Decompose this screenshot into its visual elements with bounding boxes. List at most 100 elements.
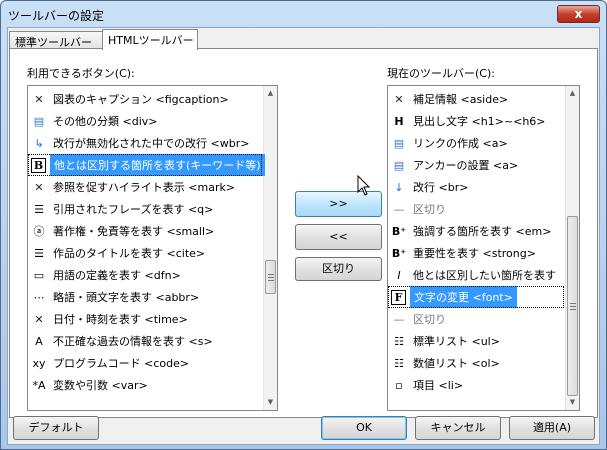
x-icon: ✕ xyxy=(34,312,44,326)
apply-button[interactable]: 適用(A) xyxy=(509,416,595,440)
tab-html-toolbar[interactable]: HTMLツールバー xyxy=(102,29,198,50)
bold-b-plus-icon: B⁺ xyxy=(391,224,407,238)
list-item[interactable]: ▤ その他の分類 <div> xyxy=(28,110,262,132)
list-item[interactable]: B⁺ 重要性を表す <strong> xyxy=(388,242,564,264)
list-item[interactable]: ⓐ 著作権・免責等を表す <small> xyxy=(28,220,262,242)
scroll-thumb[interactable] xyxy=(265,260,276,294)
title-bar[interactable]: ツールバーの設定 x xyxy=(1,1,606,27)
xy-icon: xy xyxy=(32,356,46,370)
list-item-label: 略語・頭文字を表す <abbr> xyxy=(53,291,200,304)
italic-i-icon: I xyxy=(397,268,401,282)
list-item-label: 見出し文字 <h1>~<h6> xyxy=(413,115,546,128)
x-icon: ✕ xyxy=(34,92,44,106)
current-list-scrollbar[interactable]: ▲ ▼ xyxy=(565,86,579,410)
list-item[interactable]: xy プログラムコード <code> xyxy=(28,352,262,374)
list-item[interactable]: F 文字の変更 <font> xyxy=(388,286,564,308)
remove-button[interactable]: << xyxy=(295,224,382,250)
list-item-label: 参照を促すハイライト表示 <mark> xyxy=(53,181,236,194)
list-item[interactable]: H 見出し文字 <h1>~<h6> xyxy=(388,110,564,132)
list-item[interactable]: B⁺ 強調する箇所を表す <em> xyxy=(388,220,564,242)
list-item[interactable]: ✕ 図表のキャプション <figcaption> xyxy=(28,88,262,110)
list-item[interactable]: ↳ 改行が無効化された中での改行 <wbr> xyxy=(28,132,262,154)
list-item[interactable]: ⋯ 略語・頭文字を表す <abbr> xyxy=(28,286,262,308)
x-icon: ✕ xyxy=(394,92,404,106)
list-item[interactable]: — 区切り xyxy=(388,308,564,330)
down-arrow-icon: ↓ xyxy=(394,180,404,194)
h-icon: H xyxy=(394,114,404,128)
list-item[interactable]: A 不正確な過去の情報を表す <s> xyxy=(28,330,262,352)
x-icon: ✕ xyxy=(34,180,44,194)
list-item[interactable]: ☰ 引用されたフレーズを表す <q> xyxy=(28,198,262,220)
list-item-label: 区切り xyxy=(413,203,446,216)
list-item[interactable]: ✕ 補足情報 <aside> xyxy=(388,88,564,110)
list-item-label: アンカーの設置 <a> xyxy=(413,159,519,172)
dialog-body: 標準ツールバー HTMLツールバー 利用できるボタン(C): ▲ ▼ ✕ 図表のキ… xyxy=(7,27,600,445)
abbr-icon: ⋯ xyxy=(33,290,45,304)
cancel-button[interactable]: キャンセル xyxy=(415,416,501,440)
arrow-icon: ↳ xyxy=(34,136,44,150)
list-item-label: 日付・時刻を表す <time> xyxy=(53,313,188,326)
list-item-label: 他とは区別する箇所を表す(キーワード等) xyxy=(50,154,265,176)
list-item-label: その他の分類 <div> xyxy=(53,115,158,128)
tab-standard-toolbar[interactable]: 標準ツールバー xyxy=(9,31,103,49)
available-buttons-label: 利用できるボタン(C): xyxy=(27,67,135,80)
list-quote-icon: ☰ xyxy=(34,202,44,216)
list-item[interactable]: I 他とは区別したい箇所を表す xyxy=(388,264,564,286)
list-item[interactable]: ▤ アンカーの設置 <a> xyxy=(388,154,564,176)
list-item[interactable]: *A 変数や引数 <var> xyxy=(28,374,262,396)
list-item-label: 項目 <li> xyxy=(413,379,464,392)
scroll-thumb[interactable] xyxy=(567,216,578,396)
close-icon: x xyxy=(574,7,583,21)
scroll-up-arrow-icon[interactable]: ▲ xyxy=(566,86,579,101)
list-item[interactable]: ▭ 用語の定義を表す <dfn> xyxy=(28,264,262,286)
list-item-label: 補足情報 <aside> xyxy=(413,93,509,106)
number-list-icon: ☷ xyxy=(394,356,404,370)
anchor-page-icon: ▤ xyxy=(393,158,405,172)
list-item[interactable]: ↓ 改行 <br> xyxy=(388,176,564,198)
window-title: ツールバーの設定 xyxy=(8,9,105,23)
bold-b-plus-icon: B⁺ xyxy=(391,246,407,260)
list-item[interactable]: ▤ リンクの作成 <a> xyxy=(388,132,564,154)
scroll-up-arrow-icon[interactable]: ▲ xyxy=(264,86,277,101)
list-item-label: 著作権・免責等を表す <small> xyxy=(53,225,215,238)
list-item[interactable]: ✕ 日付・時刻を表す <time> xyxy=(28,308,262,330)
scroll-down-arrow-icon[interactable]: ▼ xyxy=(264,395,277,410)
list-item-icon: ▫ xyxy=(395,378,403,392)
dfn-icon: ▭ xyxy=(33,268,45,282)
page-icon: ▤ xyxy=(393,136,405,150)
list-item[interactable]: — 区切り xyxy=(388,198,564,220)
bullet-list-icon: ☷ xyxy=(394,334,404,348)
current-toolbar-list[interactable]: ▲ ▼ ✕ 補足情報 <aside> H 見出し文字 <h1>~<h6> ▤ リンクの作成… xyxy=(387,85,580,411)
font-f-icon: F xyxy=(391,289,406,305)
list-item[interactable]: ☷ 標準リスト <ul> xyxy=(388,330,564,352)
list-item-label: 改行 <br> xyxy=(413,181,469,194)
list-item-label: 文字の変更 <font> xyxy=(410,286,517,308)
list-item-label: 変数や引数 <var> xyxy=(53,379,148,392)
available-list-scrollbar[interactable]: ▲ ▼ xyxy=(263,86,277,410)
strike-a-icon: A xyxy=(35,334,43,348)
close-button[interactable]: x xyxy=(557,5,600,23)
list-item-label: 強調する箇所を表す <em> xyxy=(413,225,552,238)
list-item-label: 重要性を表す <strong> xyxy=(413,247,536,260)
separator-icon: — xyxy=(393,312,405,326)
list-item[interactable]: B 他とは区別する箇所を表す(キーワード等) xyxy=(28,154,265,176)
insert-separator-button[interactable]: 区切り xyxy=(295,257,382,281)
default-button[interactable]: デフォルト xyxy=(13,416,99,440)
tab-panel-html-toolbar: 利用できるボタン(C): ▲ ▼ ✕ 図表のキャプション <figcaption>… xyxy=(9,48,598,418)
list-item-label: 数値リスト <ol> xyxy=(413,357,500,370)
available-buttons-list[interactable]: ▲ ▼ ✕ 図表のキャプション <figcaption> ▤ その他の分類 <div>… xyxy=(27,85,278,411)
list-item-label: 引用されたフレーズを表す <q> xyxy=(53,203,214,216)
list-item[interactable]: ▫ 項目 <li> xyxy=(388,374,564,396)
ok-button[interactable]: OK xyxy=(321,416,407,440)
list-item[interactable]: ☰ 作品のタイトルを表す <cite> xyxy=(28,242,262,264)
list-item-label: 他とは区別したい箇所を表す xyxy=(413,269,556,282)
list-item-label: 標準リスト <ul> xyxy=(413,335,500,348)
list-item[interactable]: ☷ 数値リスト <ol> xyxy=(388,352,564,374)
lines-icon: ☰ xyxy=(34,246,44,260)
mouse-pointer-icon xyxy=(357,175,371,196)
list-item-label: 不正確な過去の情報を表す <s> xyxy=(53,335,213,348)
var-a-icon: *A xyxy=(32,378,46,392)
scroll-down-arrow-icon[interactable]: ▼ xyxy=(566,395,579,410)
list-item-label: 図表のキャプション <figcaption> xyxy=(53,93,229,106)
list-item[interactable]: ✕ 参照を促すハイライト表示 <mark> xyxy=(28,176,262,198)
